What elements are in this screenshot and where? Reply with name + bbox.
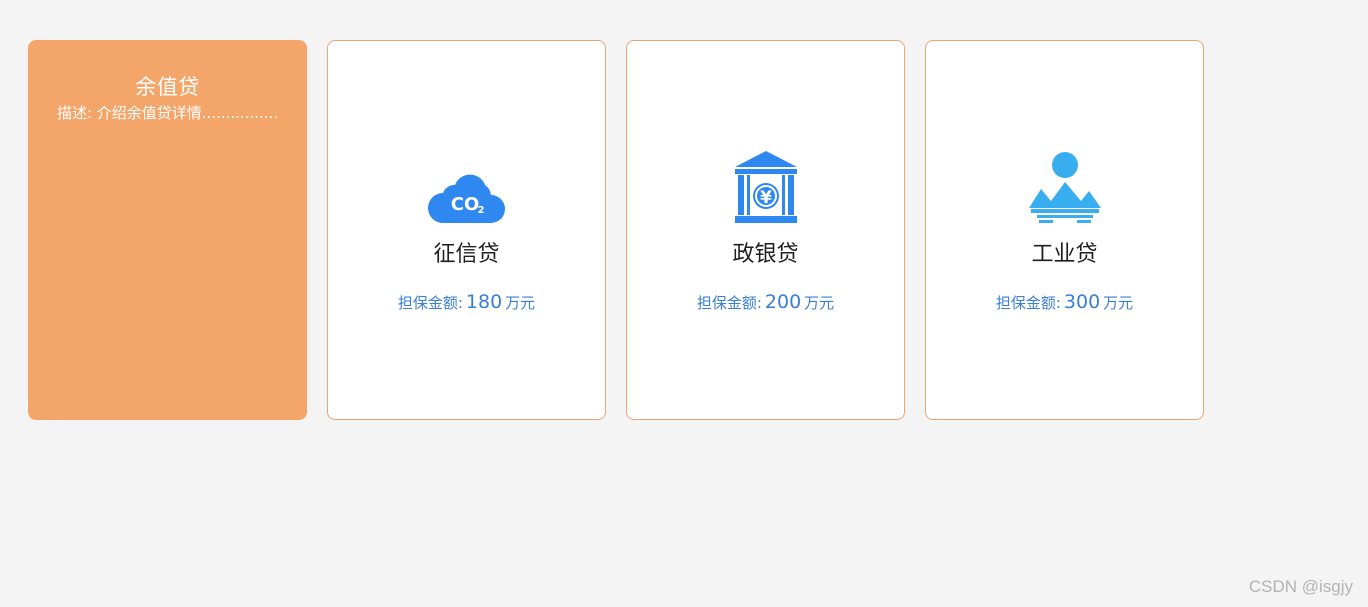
bank-yuan-icon: ¥ [627,145,904,225]
guarantee-amount: 担保金额: 180 万元 [328,290,605,315]
amount-unit: 万元 [804,294,835,312]
product-title: 政银贷 [732,242,799,267]
guarantee-amount: 担保金额: 200 万元 [627,290,904,315]
svg-text:¥: ¥ [760,188,772,208]
co2-cloud-icon: CO 2 [328,145,605,225]
landscape-sun-icon [926,145,1203,225]
product-card-zhengyindai[interactable]: ¥ 政银贷 担保金额: 200 万元 [626,40,905,420]
amount-label: 担保金额: [995,294,1061,312]
product-title: 工业贷 [1031,242,1098,267]
svg-text:2: 2 [477,205,484,216]
amount-unit: 万元 [1103,294,1134,312]
watermark: CSDN @isgjy [1248,577,1353,596]
amount-label: 担保金额: [696,294,762,312]
amount-value: 180 [465,291,503,313]
product-card-gongyedai[interactable]: 工业贷 担保金额: 300 万元 [925,40,1204,420]
amount-unit: 万元 [505,294,536,312]
amount-label: 担保金额: [397,294,463,312]
amount-value: 200 [764,291,802,313]
featured-card-description: 描述: 介绍余值贷详情................ [56,104,279,122]
guarantee-amount: 担保金额: 300 万元 [926,290,1203,315]
featured-card-title: 余值贷 [135,75,200,99]
svg-text:CO: CO [450,194,479,215]
amount-value: 300 [1063,291,1101,313]
product-title: 征信贷 [433,242,500,267]
product-card-zhengxindai[interactable]: CO 2 征信贷 担保金额: 180 万元 [327,40,606,420]
product-card-yuzhidai[interactable]: 余值贷 描述: 介绍余值贷详情................ [28,40,307,420]
product-card-list: 余值贷 描述: 介绍余值贷详情................ CO 2 征信贷… [28,40,1204,420]
